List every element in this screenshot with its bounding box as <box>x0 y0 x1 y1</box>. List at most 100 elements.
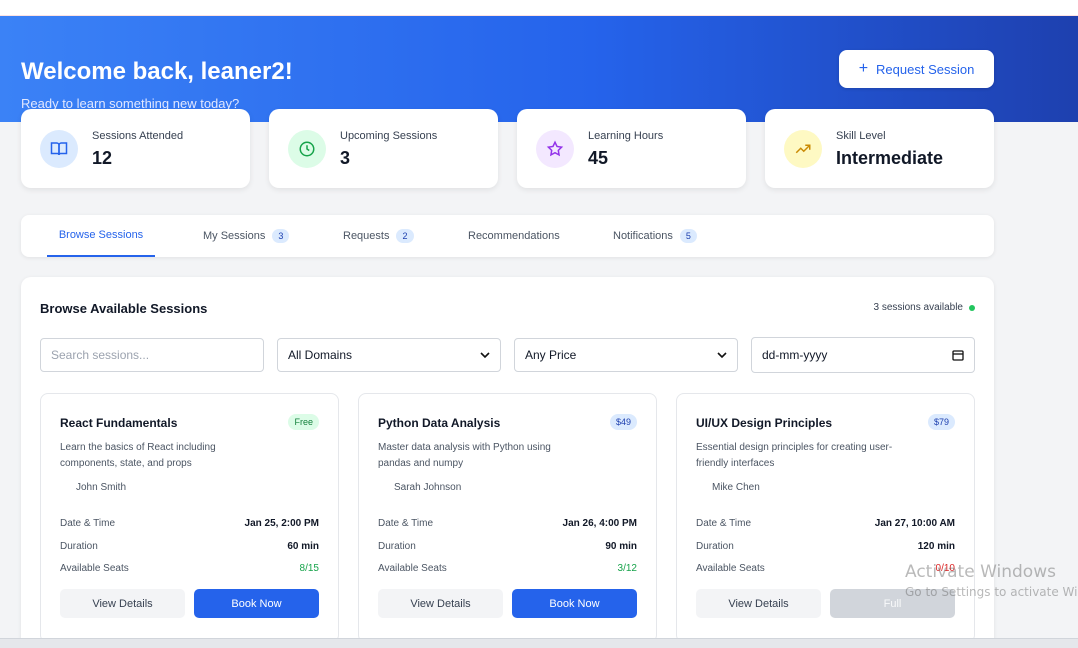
stat-value: 45 <box>588 148 609 168</box>
book-now-button[interactable]: Book Now <box>512 589 637 618</box>
watermark-line1: Activate Windows <box>905 562 1056 582</box>
trending-up-icon <box>784 130 822 168</box>
stat-value: 3 <box>340 148 351 168</box>
count-badge: 5 <box>679 229 697 243</box>
duration-label: Duration <box>378 541 416 552</box>
domain-select[interactable]: All Domains <box>277 338 501 372</box>
price-select-value: Any Price <box>525 348 577 362</box>
tab-requests[interactable]: Requests 2 <box>343 215 414 257</box>
session-description: Learn the basics of React including comp… <box>60 442 216 469</box>
tab-browse-sessions[interactable]: Browse Sessions <box>47 215 155 257</box>
session-description: Master data analysis with Python using p… <box>378 442 551 469</box>
seats-row: Available Seats 3/12 <box>378 563 637 574</box>
book-now-button[interactable]: Book Now <box>194 589 319 618</box>
panel-title: Browse Available Sessions <box>40 301 208 316</box>
stat-label: Learning Hours <box>588 130 664 142</box>
duration-value: 90 min <box>605 541 637 552</box>
session-title: UI/UX Design Principles <box>696 416 833 430</box>
count-badge: 3 <box>272 229 290 243</box>
session-title: React Fundamentals <box>60 416 178 430</box>
stat-label: Upcoming Sessions <box>340 130 438 142</box>
tab-label: Browse Sessions <box>58 229 144 241</box>
seats-label: Available Seats <box>60 563 129 574</box>
chevron-down-icon <box>480 352 490 359</box>
watermark-line2: Go to Settings to activate Windows. <box>905 585 1078 599</box>
sessions-available-indicator: 3 sessions available <box>873 302 975 313</box>
tab-label: Notifications <box>613 230 673 242</box>
date-value: Jan 25, 2:00 PM <box>244 518 319 529</box>
instructor-name: John Smith <box>76 482 127 493</box>
duration-label: Duration <box>60 541 98 552</box>
stat-skill-level: Skill Level Intermediate <box>765 109 994 188</box>
price-badge: Free <box>288 414 319 430</box>
date-value: Jan 26, 4:00 PM <box>562 518 637 529</box>
instructor-name: Mike Chen <box>712 482 760 493</box>
calendar-icon[interactable] <box>952 349 964 361</box>
browser-top-strip <box>0 0 1078 16</box>
seats-value: 8/15 <box>299 563 319 574</box>
duration-row: Duration 90 min <box>378 541 637 552</box>
date-label: Date & Time <box>378 518 434 529</box>
stat-upcoming-sessions: Upcoming Sessions 3 <box>269 109 498 188</box>
tab-bar: Browse Sessions My Sessions 3 Requests 2… <box>21 215 994 257</box>
date-input[interactable]: dd-mm-yyyy <box>751 337 975 373</box>
date-label: Date & Time <box>60 518 116 529</box>
stat-label: Skill Level <box>836 130 886 142</box>
domain-select-value: All Domains <box>288 348 353 362</box>
session-card: React Fundamentals Free Learn the basics… <box>40 393 339 643</box>
price-badge: $49 <box>609 414 637 430</box>
date-row: Date & Time Jan 27, 10:00 AM <box>696 518 955 529</box>
stat-value: Intermediate <box>836 148 944 168</box>
tab-label: My Sessions <box>203 230 266 242</box>
sessions-available-text: 3 sessions available <box>873 302 964 313</box>
price-badge: $79 <box>927 414 955 430</box>
duration-value: 120 min <box>917 541 955 552</box>
browse-panel: Browse Available Sessions 3 sessions ava… <box>21 277 994 648</box>
seats-label: Available Seats <box>696 563 765 574</box>
view-details-button[interactable]: View Details <box>60 589 185 618</box>
duration-row: Duration 120 min <box>696 541 955 552</box>
session-card: UI/UX Design Principles $79 Essential de… <box>676 393 975 643</box>
stat-learning-hours: Learning Hours 45 <box>517 109 746 188</box>
stat-label: Sessions Attended <box>92 130 184 142</box>
stat-value: 12 <box>92 148 113 168</box>
welcome-banner: Welcome back, leaner2! Ready to learn so… <box>0 16 1078 122</box>
view-details-button[interactable]: View Details <box>378 589 503 618</box>
tab-notifications[interactable]: Notifications 5 <box>613 215 697 257</box>
duration-value: 60 min <box>287 541 319 552</box>
date-label: Date & Time <box>696 518 752 529</box>
view-details-button[interactable]: View Details <box>696 589 821 618</box>
taskbar <box>0 638 1078 648</box>
plus-icon: + <box>858 60 869 77</box>
welcome-title: Welcome back, leaner2! <box>21 58 293 85</box>
tab-label: Requests <box>343 230 390 242</box>
duration-label: Duration <box>696 541 734 552</box>
session-title: Python Data Analysis <box>378 416 501 430</box>
session-description: Essential design principles for creating… <box>696 442 893 469</box>
request-session-button[interactable]: + Request Session <box>839 50 994 88</box>
count-badge: 2 <box>396 229 414 243</box>
activate-windows-watermark: Activate Windows Go to Settings to activ… <box>905 562 1078 599</box>
tab-recommendations[interactable]: Recommendations <box>468 215 560 257</box>
search-placeholder: Search sessions... <box>51 348 150 362</box>
book-icon <box>40 130 78 168</box>
seats-label: Available Seats <box>378 563 447 574</box>
date-row: Date & Time Jan 25, 2:00 PM <box>60 518 319 529</box>
seats-value: 3/12 <box>617 563 637 574</box>
stat-sessions-attended: Sessions Attended 12 <box>21 109 250 188</box>
star-icon <box>536 130 574 168</box>
tab-label: Recommendations <box>468 230 560 242</box>
search-input[interactable]: Search sessions... <box>40 338 264 372</box>
duration-row: Duration 60 min <box>60 541 319 552</box>
clock-icon <box>288 130 326 168</box>
tab-my-sessions[interactable]: My Sessions 3 <box>203 215 290 257</box>
request-session-label: Request Session <box>876 61 975 77</box>
date-value: Jan 27, 10:00 AM <box>874 518 955 529</box>
date-placeholder: dd-mm-yyyy <box>762 348 828 362</box>
price-select[interactable]: Any Price <box>514 338 738 372</box>
date-row: Date & Time Jan 26, 4:00 PM <box>378 518 637 529</box>
chevron-down-icon <box>717 352 727 359</box>
seats-row: Available Seats 8/15 <box>60 563 319 574</box>
status-dot-icon <box>969 304 975 311</box>
session-card: Python Data Analysis $49 Master data ana… <box>358 393 657 643</box>
